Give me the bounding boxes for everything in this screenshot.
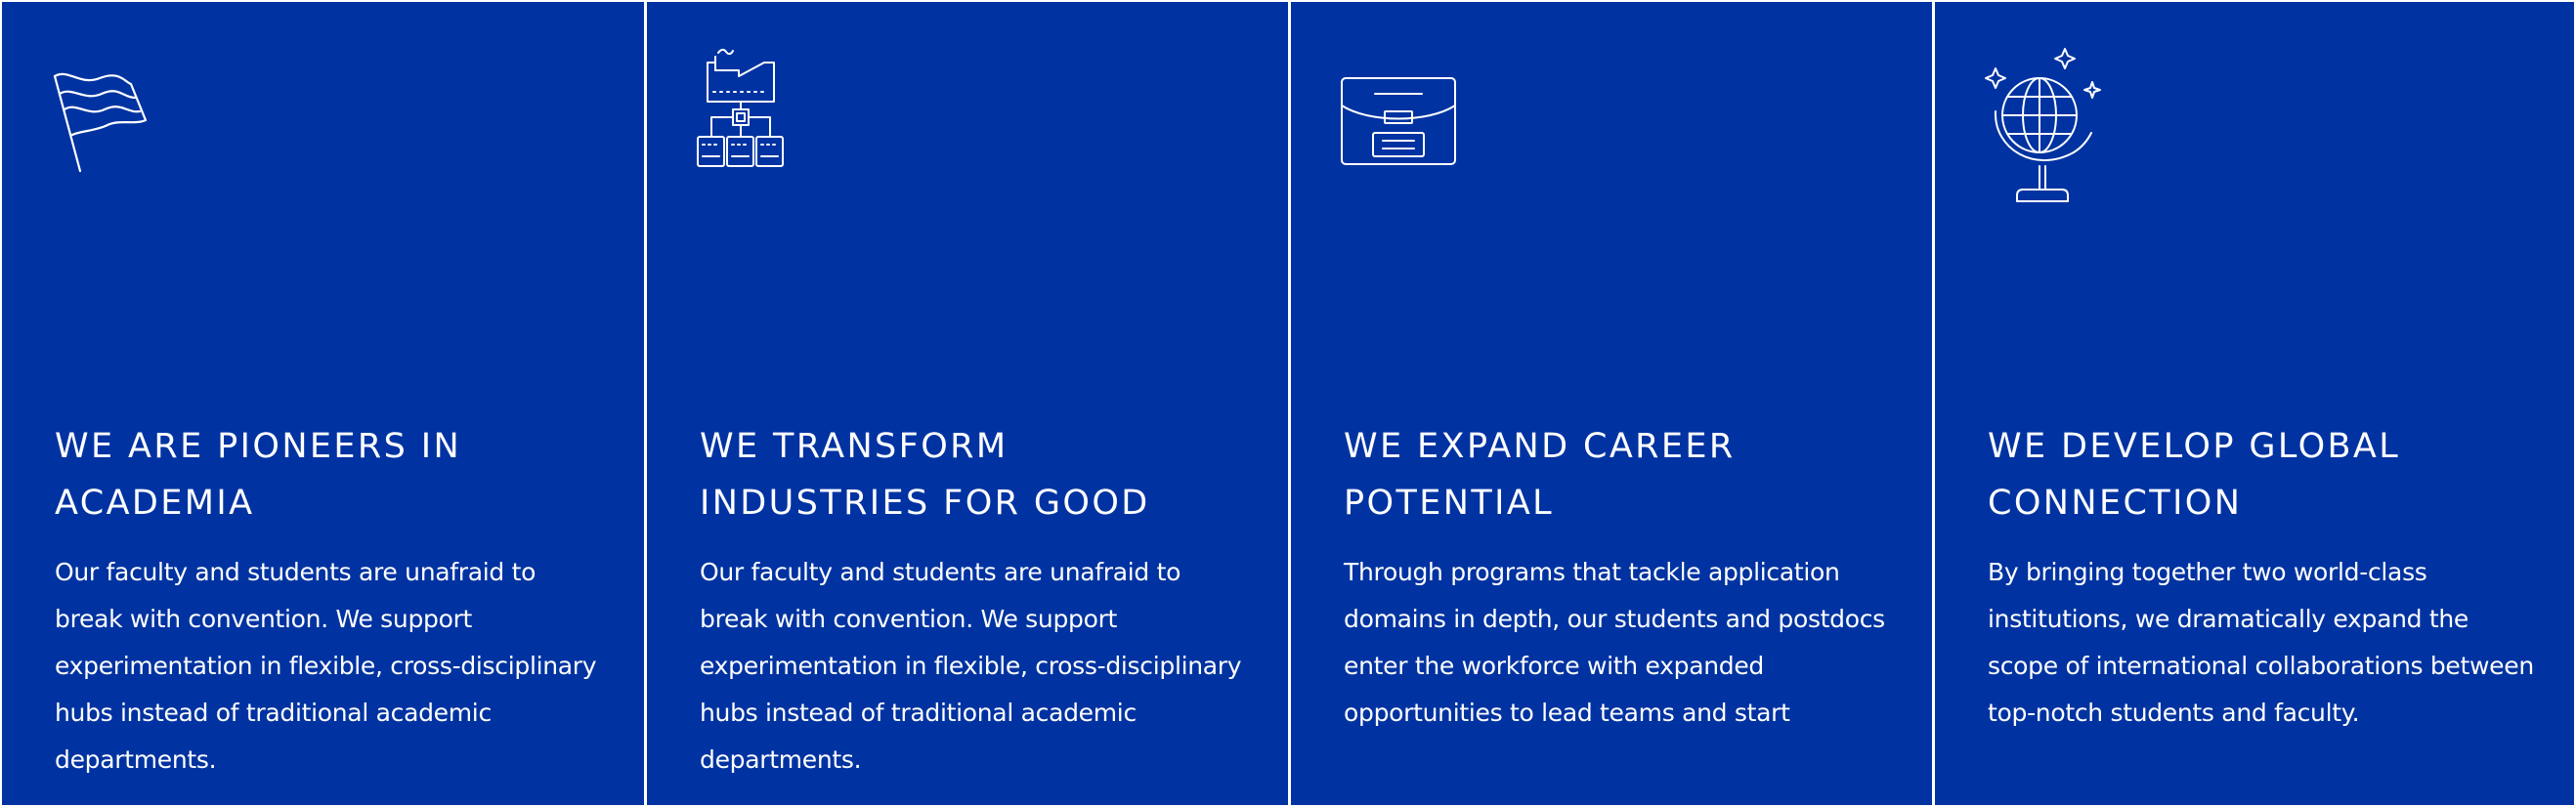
value-cards-grid: WE ARE PIONEERS IN ACADEMIA Our faculty … [0, 0, 2576, 807]
card-title: WE TRANSFORM INDUSTRIES FOR GOOD [700, 427, 1150, 523]
card-pioneers: WE ARE PIONEERS IN ACADEMIA Our faculty … [2, 2, 644, 805]
card-description: Our faculty and students are unafraid to… [55, 558, 597, 774]
card-title: WE ARE PIONEERS IN ACADEMIA [55, 427, 462, 523]
card-transform: WE TRANSFORM INDUSTRIES FOR GOOD Our fac… [647, 2, 1288, 805]
card-title: WE EXPAND CAREER POTENTIAL [1344, 427, 1736, 523]
card-description: By bringing together two world-class ins… [1988, 558, 2534, 727]
card-title: WE DEVELOP GLOBAL CONNECTION [1988, 427, 2401, 523]
globe-icon [1984, 47, 2121, 213]
card-career: WE EXPAND CAREER POTENTIAL Through progr… [1291, 2, 1932, 805]
card-global: WE DEVELOP GLOBAL CONNECTION By bringing… [1935, 2, 2574, 805]
card-description: Our faculty and students are unafraid to… [700, 558, 1242, 774]
flag-icon [51, 47, 188, 213]
briefcase-icon [1340, 47, 1477, 213]
factory-network-icon [696, 47, 833, 213]
card-description: Through programs that tackle application… [1344, 558, 1885, 727]
